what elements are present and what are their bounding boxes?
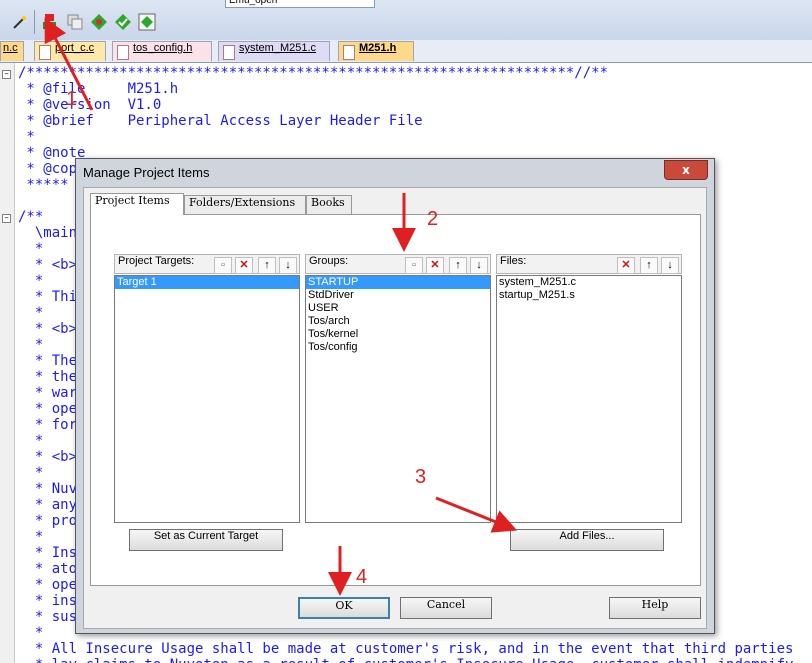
annotation-3: 3 — [415, 466, 427, 488]
code-line: * @brief Peripheral Access Layer Header … — [18, 113, 423, 129]
dialog-title: Manage Project Items — [83, 165, 210, 180]
list-item[interactable]: Tos/kernel — [306, 328, 490, 341]
file-icon — [343, 45, 355, 60]
tab-project-items[interactable]: Project Items — [90, 193, 184, 215]
dialog-body: Project Items Folders/Extensions Books P… — [83, 187, 707, 629]
diamond-build-icon[interactable] — [137, 12, 157, 32]
groups-listbox[interactable]: STARTUP StdDriver USER Tos/arch Tos/kernel To… — [305, 275, 491, 523]
toolbar: Emu_open — [0, 0, 812, 41]
editor-gutter: − − — [0, 63, 15, 663]
manage-project-items-dialog: Manage Project Items x Project Items Fol… — [75, 158, 715, 634]
targets-header: Project Targets: ▫ ✕ ↑ ↓ — [114, 254, 300, 274]
file-icon — [223, 45, 235, 60]
targets-listbox[interactable]: Target 1 — [114, 275, 300, 523]
build-wand-icon[interactable] — [10, 12, 30, 32]
file-icon — [117, 45, 129, 60]
fold-toggle-icon[interactable]: − — [2, 214, 11, 223]
close-button[interactable]: x — [664, 160, 708, 180]
code-line: * @version V1.0 — [18, 97, 162, 113]
tab-port-c[interactable]: port_c.c — [34, 41, 106, 61]
move-up-icon[interactable]: ↑ — [449, 257, 467, 274]
file-tabs: n.c port_c.c tos_config.h system_M251.c … — [0, 40, 812, 63]
list-item[interactable]: Tos/config — [306, 341, 490, 354]
list-item[interactable]: StdDriver — [306, 289, 490, 302]
file-icon — [39, 45, 51, 60]
files-listbox[interactable]: system_M251.c startup_M251.s — [496, 275, 682, 523]
tab-system-m251[interactable]: system_M251.c — [218, 41, 330, 61]
move-down-icon[interactable]: ↓ — [470, 257, 488, 274]
diamond-green-icon[interactable] — [89, 12, 109, 32]
code-line: /***************************************… — [18, 65, 609, 81]
code-line: * All Insecure Usage shall be made at cu… — [18, 641, 794, 657]
cancel-button[interactable]: Cancel — [400, 597, 492, 619]
list-item[interactable]: Tos/arch — [306, 315, 490, 328]
new-group-icon[interactable]: ▫ — [405, 257, 423, 274]
fold-toggle-icon[interactable]: − — [2, 70, 11, 79]
diamond-check-icon[interactable] — [113, 12, 133, 32]
tab-m251-h[interactable]: M251.h — [338, 41, 414, 61]
target-combo[interactable]: Emu_open — [225, 0, 375, 8]
delete-target-icon[interactable]: ✕ — [235, 257, 253, 274]
code-line: * lay claims to Nuvoton as a result of c… — [18, 657, 794, 663]
move-up-icon[interactable]: ↑ — [640, 257, 658, 274]
copy-target-icon[interactable] — [65, 12, 85, 32]
set-current-target-button[interactable]: Set as Current Target — [129, 529, 283, 551]
list-item[interactable]: USER — [306, 302, 490, 315]
project-items-panel: Project Targets: ▫ ✕ ↑ ↓ Target 1 Groups… — [90, 214, 701, 586]
new-target-icon[interactable]: ▫ — [214, 257, 232, 274]
files-header: Files: ✕ ↑ ↓ — [496, 254, 682, 274]
add-files-button[interactable]: Add Files... — [510, 529, 664, 551]
move-up-icon[interactable]: ↑ — [258, 257, 276, 274]
list-item[interactable]: system_M251.c — [497, 276, 681, 289]
code-line: * — [18, 129, 35, 145]
move-down-icon[interactable]: ↓ — [661, 257, 679, 274]
tab-books[interactable]: Books — [306, 195, 352, 214]
list-item[interactable]: STARTUP — [306, 276, 490, 289]
groups-header: Groups: ▫ ✕ ↑ ↓ — [305, 254, 491, 274]
annotation-2: 2 — [427, 208, 439, 230]
annotation-4: 4 — [356, 566, 368, 588]
tab-tos-config[interactable]: tos_config.h — [112, 41, 212, 61]
list-item[interactable]: startup_M251.s — [497, 289, 681, 302]
delete-group-icon[interactable]: ✕ — [426, 257, 444, 274]
list-item[interactable]: Target 1 — [115, 276, 299, 289]
move-down-icon[interactable]: ↓ — [279, 257, 297, 274]
code-line: * @file M251.h — [18, 81, 179, 97]
delete-file-icon[interactable]: ✕ — [617, 257, 635, 274]
tab-n-c[interactable]: n.c — [0, 41, 24, 61]
annotation-1: 1 — [66, 88, 78, 110]
help-button[interactable]: Help — [609, 597, 701, 619]
manage-project-items-icon[interactable] — [40, 12, 60, 32]
tab-folders-extensions[interactable]: Folders/Extensions — [184, 195, 306, 214]
ok-button[interactable]: OK — [298, 597, 390, 619]
